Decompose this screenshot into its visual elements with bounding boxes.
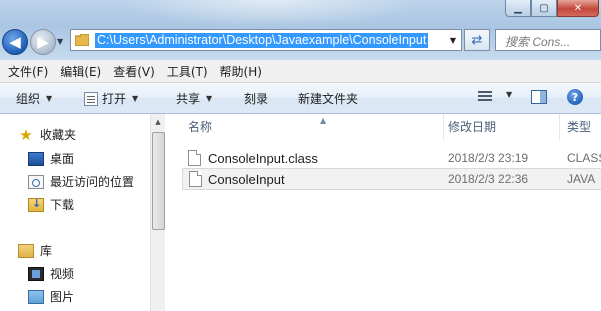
sort-ascending-icon: ▲ (320, 116, 327, 125)
file-icon (188, 150, 201, 166)
recent-places-icon (28, 174, 44, 189)
picture-icon (28, 289, 44, 304)
menu-edit[interactable]: 编辑(E) (52, 63, 101, 80)
search-placeholder: 搜索 Cons... (505, 35, 571, 49)
chevron-down-icon: ▼ (46, 94, 53, 103)
nav-favorites-label: 收藏夹 (40, 128, 77, 142)
refresh-button[interactable]: ⇄ (464, 29, 490, 51)
file-date: 2018/2/3 23:19 (448, 151, 529, 165)
navigation-pane: ★ 收藏夹 桌面 最近访问的位置 下载 库 视频 图片 (0, 114, 152, 311)
window-controls: ▁ ▢ ✕ (505, 0, 599, 18)
organize-label: 组织 (16, 92, 41, 106)
column-date-label: 修改日期 (448, 120, 497, 134)
navigation-scrollbar[interactable]: ▲ (150, 114, 165, 311)
new-folder-button[interactable]: 新建文件夹 (298, 90, 358, 107)
nav-downloads[interactable]: 下载 (28, 196, 74, 213)
nav-libraries-label: 库 (40, 244, 53, 258)
menu-file[interactable]: 文件(F) (0, 63, 48, 80)
chevron-down-icon: ▼ (206, 94, 213, 103)
chevron-down-icon: ▼ (132, 94, 139, 103)
share-label: 共享 (176, 92, 201, 106)
nav-recent[interactable]: 最近访问的位置 (28, 173, 134, 190)
file-name: ConsoleInput (208, 171, 285, 187)
nav-libraries[interactable]: 库 (18, 242, 52, 259)
library-icon (18, 243, 34, 258)
column-type-label: 类型 (567, 120, 592, 134)
burn-label: 刻录 (244, 92, 269, 106)
title-glow (120, 0, 420, 28)
title-bar: ▁ ▢ ✕ ◀ ▶ ▼ C:\Users\Administrator\Deskt… (0, 0, 601, 60)
file-type: CLASS (567, 151, 601, 165)
organize-button[interactable]: 组织 ▼ (16, 90, 52, 107)
column-header-type[interactable]: 类型 (559, 114, 601, 140)
minimize-button[interactable]: ▁ (505, 0, 531, 17)
refresh-icon: ⇄ (471, 32, 483, 48)
folder-icon (75, 34, 89, 46)
close-button[interactable]: ✕ (557, 0, 599, 17)
column-header-name[interactable]: 名称 ▲ (180, 114, 444, 140)
address-bar[interactable]: C:\Users\Administrator\Desktop\Javaexamp… (70, 29, 462, 51)
address-dropdown-icon[interactable]: ▼ (447, 33, 459, 47)
new-folder-label: 新建文件夹 (298, 92, 359, 106)
burn-button[interactable]: 刻录 (244, 90, 268, 107)
help-icon[interactable]: ? (567, 89, 583, 105)
back-button[interactable]: ◀ (2, 29, 28, 55)
file-list: 名称 ▲ 修改日期 类型 ConsoleInput.class 2018/2/3… (166, 114, 601, 311)
nav-pictures-label: 图片 (50, 290, 75, 304)
file-name: ConsoleInput.class (208, 150, 318, 166)
search-input[interactable]: 搜索 Cons... (495, 29, 601, 51)
file-type: JAVA (567, 172, 596, 186)
recent-pages-dropdown[interactable]: ▼ (57, 35, 67, 47)
chevron-down-icon: ▼ (506, 90, 513, 99)
nav-videos[interactable]: 视频 (28, 265, 74, 282)
star-icon: ★ (19, 125, 33, 144)
nav-desktop[interactable]: 桌面 (28, 150, 74, 167)
column-name-label: 名称 (188, 120, 213, 134)
forward-arrow-icon: ▶ (37, 33, 49, 51)
scroll-up-arrow-icon[interactable]: ▲ (152, 116, 164, 128)
maximize-button[interactable]: ▢ (531, 0, 557, 17)
nav-desktop-label: 桌面 (50, 152, 75, 166)
column-header-date[interactable]: 修改日期 (440, 114, 560, 140)
file-icon (189, 171, 202, 187)
address-path[interactable]: C:\Users\Administrator\Desktop\Javaexamp… (95, 33, 429, 48)
menu-help[interactable]: 帮助(H) (212, 63, 262, 80)
back-arrow-icon: ◀ (9, 33, 21, 51)
nav-favorites[interactable]: ★ 收藏夹 (18, 126, 76, 143)
open-icon (84, 91, 98, 106)
views-dropdown[interactable]: ▼ (500, 90, 512, 99)
nav-downloads-label: 下载 (50, 198, 75, 212)
scroll-thumb[interactable] (152, 132, 165, 230)
preview-pane-icon[interactable] (531, 90, 547, 104)
views-icon[interactable] (478, 91, 492, 105)
file-row-selected[interactable]: ConsoleInput 2018/2/3 22:36 JAVA (182, 168, 601, 190)
menu-view[interactable]: 查看(V) (105, 63, 155, 80)
file-row[interactable]: ConsoleInput.class 2018/2/3 23:19 CLASS (182, 147, 601, 169)
share-button[interactable]: 共享 ▼ (176, 90, 212, 107)
nav-recent-label: 最近访问的位置 (50, 175, 135, 189)
downloads-icon (28, 197, 44, 212)
menu-bar: 文件(F) 编辑(E) 查看(V) 工具(T) 帮助(H) (0, 60, 601, 83)
nav-pictures[interactable]: 图片 (28, 288, 74, 305)
desktop-icon (28, 151, 44, 166)
nav-videos-label: 视频 (50, 267, 75, 281)
open-button[interactable]: 打开 ▼ (84, 90, 138, 107)
forward-button[interactable]: ▶ (30, 29, 56, 55)
menu-tools[interactable]: 工具(T) (159, 63, 208, 80)
video-icon (28, 266, 44, 281)
open-label: 打开 (102, 92, 127, 106)
file-date: 2018/2/3 22:36 (448, 172, 529, 186)
command-bar: 组织 ▼ 打开 ▼ 共享 ▼ 刻录 新建文件夹 ▼ ? (0, 83, 601, 114)
